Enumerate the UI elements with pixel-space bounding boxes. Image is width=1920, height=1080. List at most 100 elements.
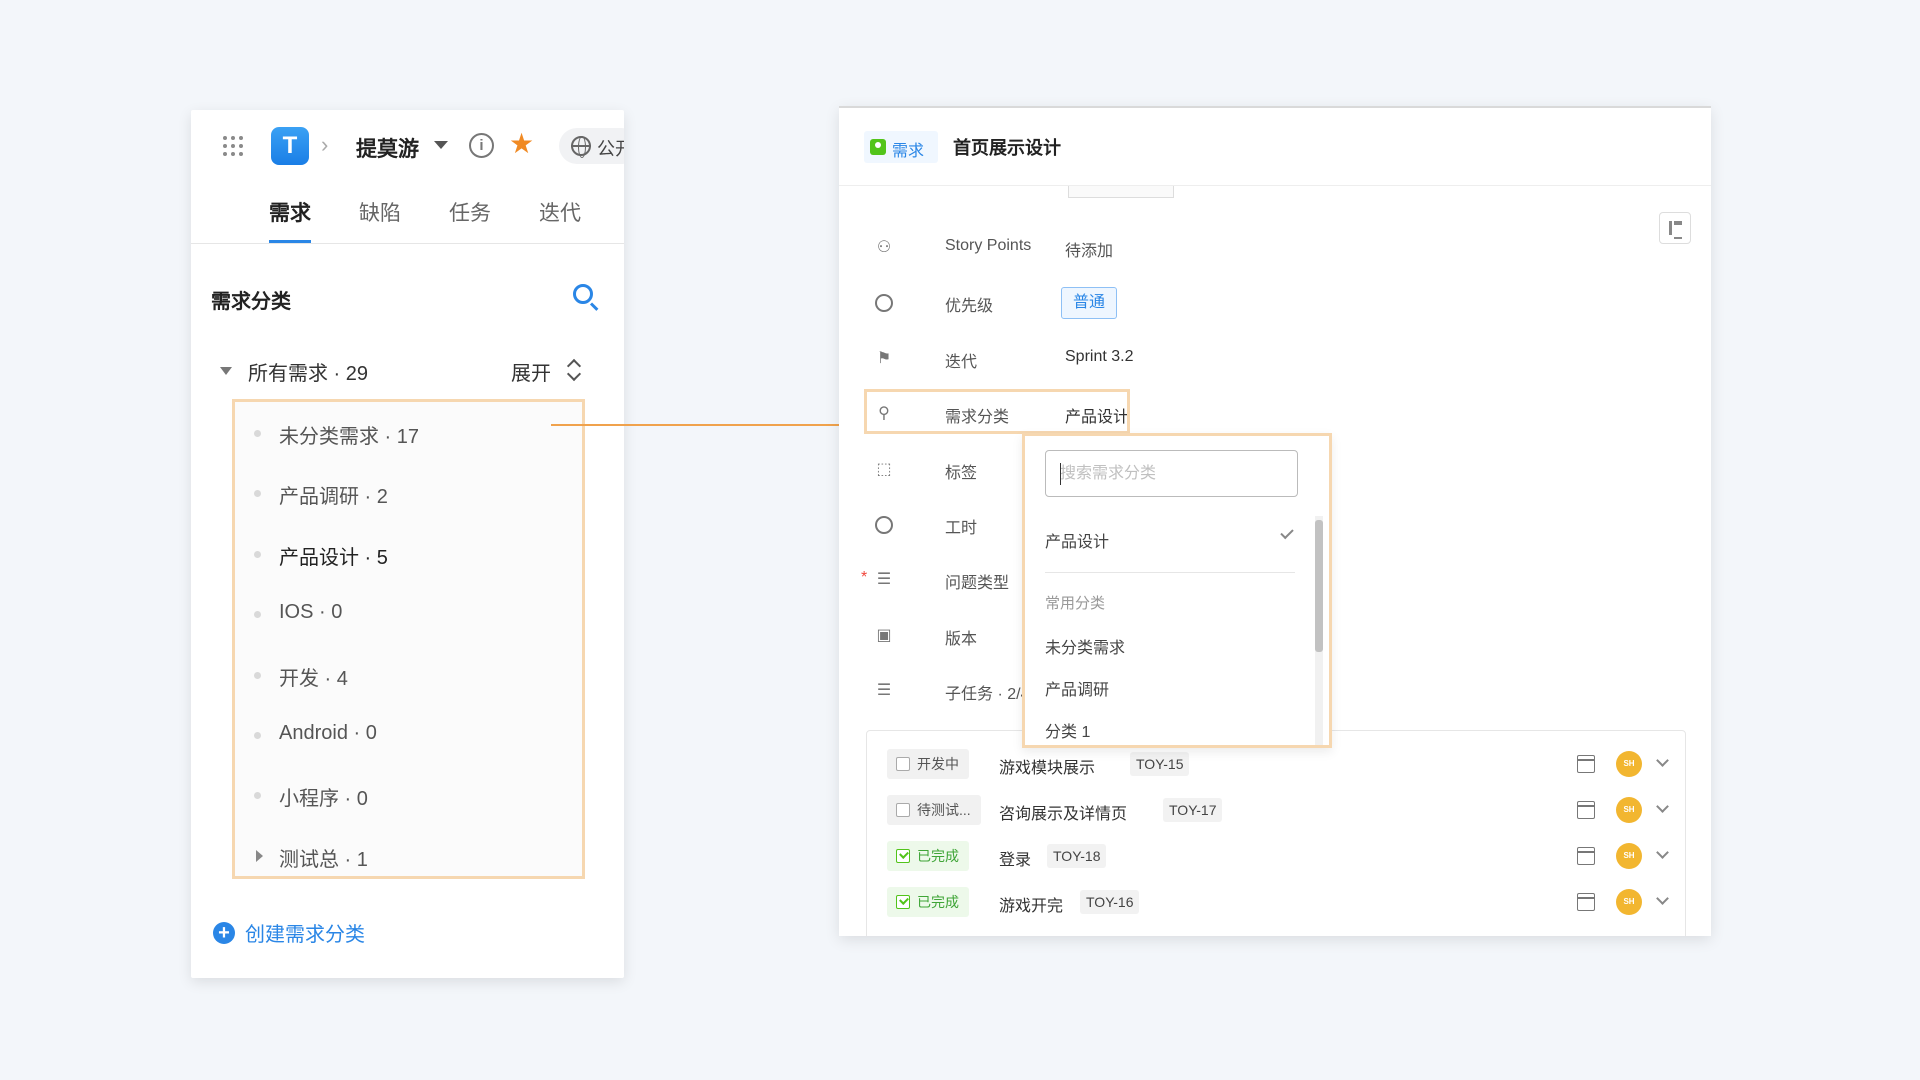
- subtask-title[interactable]: 游戏开完: [999, 892, 1063, 916]
- list-item[interactable]: Android · 0: [235, 720, 585, 750]
- field-label: 优先级: [945, 298, 994, 315]
- subtask-title[interactable]: 游戏模块展示: [999, 754, 1095, 778]
- list-item[interactable]: 未分类需求 · 17: [235, 418, 585, 448]
- category-list: 未分类需求 · 17 产品调研 · 2 产品设计 · 5 IOS · 0 开发 …: [232, 399, 585, 879]
- dropdown-option[interactable]: 分类 1: [1045, 718, 1090, 742]
- scrollbar-thumb[interactable]: [1315, 520, 1323, 652]
- sprint-icon: ⚑: [876, 350, 892, 367]
- status-label: 开发中: [917, 756, 959, 772]
- category-label: 未分类需求 · 17: [279, 426, 420, 448]
- all-requirements-node[interactable]: 所有需求 · 29: [248, 357, 368, 386]
- checkbox[interactable]: [896, 895, 910, 909]
- priority-tag[interactable]: 普通: [1061, 287, 1117, 319]
- avatar[interactable]: SH: [1616, 843, 1642, 869]
- tab-requirements[interactable]: 需求: [269, 197, 311, 227]
- category-search-field[interactable]: [1045, 450, 1298, 497]
- bullet-icon: [254, 672, 261, 679]
- requirement-type-icon: [870, 139, 886, 155]
- table-row[interactable]: 待测试... 咨询展示及详情页 TOY-17 SH: [887, 795, 1677, 825]
- section-title: 需求分类: [211, 291, 291, 313]
- list-item[interactable]: 产品调研 · 2: [235, 478, 585, 508]
- info-icon[interactable]: i: [469, 133, 494, 158]
- clock-icon: [875, 516, 893, 534]
- category-search-input[interactable]: [1046, 451, 1297, 496]
- tab-iterations[interactable]: 迭代: [539, 197, 581, 227]
- tab-defects[interactable]: 缺陷: [359, 197, 401, 227]
- table-row[interactable]: 已完成 游戏开完 TOY-16 SH: [887, 887, 1677, 917]
- star-icon[interactable]: ★: [509, 127, 534, 160]
- subtask-title[interactable]: 咨询展示及详情页: [999, 800, 1127, 824]
- bullet-icon: [254, 430, 261, 437]
- checkbox[interactable]: [896, 803, 910, 817]
- required-asterisk: *: [861, 569, 868, 586]
- story-points-value[interactable]: 待添加: [1065, 237, 1113, 261]
- requirement-title[interactable]: 首页展示设计: [953, 134, 1061, 160]
- caret-down-icon[interactable]: [220, 367, 232, 375]
- search-icon[interactable]: [573, 284, 593, 304]
- project-name[interactable]: 提莫游: [356, 133, 419, 163]
- expand-all-button[interactable]: 展开: [511, 357, 551, 386]
- attachment-thumbnail[interactable]: [1068, 186, 1174, 198]
- list-item[interactable]: 开发 · 4: [235, 660, 585, 690]
- status-badge[interactable]: 开发中: [887, 749, 969, 779]
- tab-tasks[interactable]: 任务: [449, 197, 491, 227]
- subtask-title[interactable]: 登录: [999, 846, 1031, 870]
- story-points-icon: ⚇: [876, 239, 892, 256]
- bullet-icon: [254, 490, 261, 497]
- field-priority: 优先级 普通: [873, 287, 1673, 319]
- iteration-value[interactable]: Sprint 3.2: [1065, 348, 1133, 366]
- list-item[interactable]: IOS · 0: [235, 599, 585, 629]
- checkbox[interactable]: [896, 757, 910, 771]
- caret-right-icon[interactable]: [256, 850, 263, 862]
- create-category-button[interactable]: + 创建需求分类: [213, 918, 413, 948]
- create-category-label: 创建需求分类: [245, 924, 365, 946]
- avatar[interactable]: SH: [1616, 751, 1642, 777]
- list-item[interactable]: 产品设计 · 5: [235, 539, 585, 569]
- status-badge[interactable]: 待测试...: [887, 795, 981, 825]
- active-tab-indicator: [269, 240, 311, 243]
- calendar-icon[interactable]: [1577, 893, 1595, 911]
- table-row[interactable]: 开发中 游戏模块展示 TOY-15 SH: [887, 749, 1677, 779]
- avatar[interactable]: SH: [1616, 797, 1642, 823]
- status-badge[interactable]: 已完成: [887, 887, 969, 917]
- chevron-right-icon: ›: [321, 132, 329, 157]
- chevron-down-icon[interactable]: [1656, 754, 1669, 767]
- category-field-highlight: [864, 389, 1130, 434]
- subtask-code: TOY-17: [1163, 798, 1223, 822]
- dropdown-option[interactable]: 未分类需求: [1045, 634, 1125, 658]
- calendar-icon[interactable]: [1577, 847, 1595, 865]
- caret-down-icon[interactable]: [434, 141, 448, 149]
- bullet-icon: [254, 551, 261, 558]
- expand-collapse-icon[interactable]: [567, 358, 581, 382]
- selected-option[interactable]: 产品设计: [1045, 528, 1109, 552]
- category-label: Android · 0: [279, 722, 377, 744]
- chevron-down-icon[interactable]: [1656, 846, 1669, 859]
- requirement-type-badge[interactable]: 需求: [864, 131, 938, 163]
- calendar-icon[interactable]: [1577, 801, 1595, 819]
- project-logo[interactable]: T: [271, 127, 309, 165]
- chevron-down-icon[interactable]: [1656, 800, 1669, 813]
- avatar[interactable]: SH: [1616, 889, 1642, 915]
- type-label: 需求: [892, 143, 925, 160]
- list-item[interactable]: 小程序 · 0: [235, 780, 585, 810]
- divider: [1045, 572, 1295, 573]
- dropdown-option[interactable]: 产品调研: [1045, 676, 1109, 700]
- tag-icon: ⬚: [876, 461, 892, 478]
- calendar-icon[interactable]: [1577, 755, 1595, 773]
- subtask-code: TOY-15: [1130, 752, 1190, 776]
- text-cursor: [1060, 463, 1061, 485]
- subtask-list: 开发中 游戏模块展示 TOY-15 SH 待测试... 咨询展示及详情页 TOY…: [866, 730, 1686, 936]
- field-label: 迭代: [945, 354, 978, 371]
- priority-icon: [875, 294, 893, 312]
- bullet-icon: [254, 611, 261, 618]
- apps-grid-icon[interactable]: [221, 134, 245, 158]
- status-badge[interactable]: 已完成: [887, 841, 969, 871]
- checkbox[interactable]: [896, 849, 910, 863]
- table-row[interactable]: 已完成 登录 TOY-18 SH: [887, 841, 1677, 871]
- subtask-code: TOY-18: [1047, 844, 1107, 868]
- chevron-down-icon[interactable]: [1656, 892, 1669, 905]
- field-label: 工时: [945, 520, 978, 537]
- list-icon: ☰: [876, 571, 892, 588]
- visibility-button[interactable]: 公开: [559, 128, 624, 164]
- list-item[interactable]: 测试总 · 1: [235, 841, 585, 871]
